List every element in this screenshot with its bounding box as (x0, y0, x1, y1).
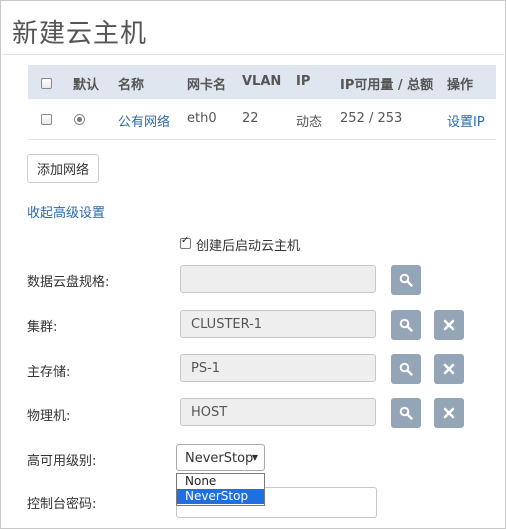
search-icon (399, 318, 413, 332)
add-network-button[interactable]: 添加网络 (27, 154, 99, 183)
header-default: 默认 (73, 78, 100, 93)
data-disk-search-button[interactable] (391, 265, 421, 295)
row-ip: 动态 (296, 115, 323, 130)
host-field[interactable]: HOST (180, 398, 376, 426)
ha-level-dropdown: None NeverStop (176, 473, 265, 506)
option-neverstop[interactable]: NeverStop (177, 489, 264, 504)
select-all-checkbox[interactable] (41, 78, 52, 89)
ha-level-label: 高可用级别: (27, 454, 97, 469)
cluster-clear-button[interactable] (434, 310, 464, 340)
primary-storage-label: 主存储: (27, 365, 71, 380)
row-nic: eth0 (187, 111, 217, 126)
host-label: 物理机: (27, 409, 71, 424)
search-icon (399, 273, 413, 287)
ha-level-select[interactable]: NeverStop ▼ (176, 444, 265, 471)
header-name: 名称 (118, 78, 145, 93)
header-nic: 网卡名 (187, 78, 227, 93)
header-ip-usage: IP可用量 / 总额 (340, 78, 434, 93)
row-vlan: 22 (242, 111, 259, 126)
set-ip-link[interactable]: 设置IP (447, 111, 485, 130)
host-clear-button[interactable] (434, 398, 464, 428)
cluster-label: 集群: (27, 320, 58, 335)
search-icon (399, 406, 413, 420)
primary-storage-field[interactable]: PS-1 (180, 354, 376, 382)
autostart-checkbox[interactable] (180, 235, 191, 249)
caret-down-icon: ▼ (251, 453, 258, 462)
console-password-field[interactable] (265, 487, 377, 518)
close-icon (443, 407, 455, 419)
header-action: 操作 (447, 78, 474, 93)
close-icon (443, 363, 455, 375)
option-none[interactable]: None (177, 474, 264, 489)
console-password-label: 控制台密码: (27, 497, 97, 512)
data-disk-label: 数据云盘规格: (27, 275, 110, 290)
title-divider (2, 54, 504, 55)
host-search-button[interactable] (391, 398, 421, 428)
network-name-link[interactable]: 公有网络 (118, 111, 170, 130)
row-ip-usage: 252 / 253 (340, 111, 403, 126)
header-vlan: VLAN (242, 74, 282, 89)
cluster-field[interactable]: CLUSTER-1 (180, 310, 376, 338)
search-icon (399, 362, 413, 376)
ha-level-value: NeverStop (185, 451, 254, 466)
primary-storage-search-button[interactable] (391, 354, 421, 384)
page-title: 新建云主机 (12, 19, 148, 49)
header-ip: IP (296, 74, 311, 89)
autostart-label: 创建后启动云主机 (196, 239, 301, 254)
cluster-search-button[interactable] (391, 310, 421, 340)
network-table-header: 默认 名称 网卡名 VLAN IP IP可用量 / 总额 操作 (28, 65, 496, 99)
close-icon (443, 319, 455, 331)
row-checkbox[interactable] (41, 114, 52, 125)
data-disk-field[interactable] (180, 265, 376, 293)
table-row: 公有网络 eth0 22 动态 252 / 253 设置IP (28, 99, 496, 140)
default-radio[interactable] (74, 114, 85, 125)
console-password-field-edge (176, 506, 265, 518)
collapse-advanced-link[interactable]: 收起高级设置 (27, 202, 105, 221)
primary-storage-clear-button[interactable] (434, 354, 464, 384)
dialog-window: 新建云主机 默认 名称 网卡名 VLAN IP IP可用量 / 总额 操作 公有… (0, 0, 506, 529)
